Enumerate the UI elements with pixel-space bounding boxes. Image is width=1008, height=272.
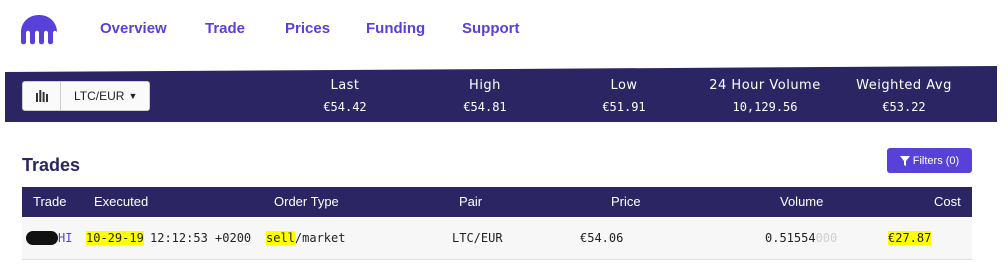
col-executed[interactable]: Executed — [94, 194, 148, 209]
stat-label: Low — [610, 78, 638, 93]
order-type-cell: sell/market — [266, 231, 345, 245]
filter-funnel-icon — [899, 155, 910, 166]
stat-label: 24 Hour Volume — [709, 78, 821, 93]
filters-label: Filters (0) — [912, 154, 960, 167]
volume-trailing: 000 — [815, 231, 838, 245]
volume-main: 0.51554 — [765, 231, 816, 245]
trades-table-header — [22, 187, 972, 217]
volume-cell: 0.51554000 — [765, 231, 837, 245]
col-pair[interactable]: Pair — [459, 194, 482, 209]
col-cost[interactable]: Cost — [934, 194, 961, 209]
executed-time: 12:12:53 +0200 — [150, 231, 252, 245]
kraken-logo-icon[interactable] — [20, 14, 58, 46]
nav-prices[interactable]: Prices — [285, 20, 330, 37]
redaction-mark — [26, 231, 58, 245]
chart-bars-icon[interactable] — [23, 82, 61, 110]
pair-cell: LTC/EUR — [452, 231, 503, 245]
top-nav: Overview Trade Prices Funding Support — [0, 0, 1008, 62]
nav-funding[interactable]: Funding — [366, 20, 425, 37]
col-price[interactable]: Price — [611, 194, 641, 209]
col-order-type[interactable]: Order Type — [274, 194, 339, 209]
stat-label: High — [469, 78, 501, 93]
stat-value: €51.91 — [602, 100, 646, 114]
cost-cell: €27.87 — [888, 231, 932, 245]
order-type-rest: /market — [294, 231, 346, 245]
col-volume[interactable]: Volume — [780, 194, 823, 209]
stat-value: €53.22 — [882, 100, 926, 114]
stat-value: €54.81 — [463, 100, 507, 114]
trade-id-link[interactable]: HI — [58, 231, 72, 245]
stat-value: 10,129.56 — [732, 100, 798, 114]
stat-label: Last — [330, 78, 360, 93]
nav-overview[interactable]: Overview — [100, 20, 167, 37]
executed-date: 10-29-19 — [86, 231, 144, 245]
nav-support[interactable]: Support — [462, 20, 520, 37]
filters-button[interactable]: Filters (0) — [887, 148, 972, 173]
stat-value: €54.42 — [323, 100, 367, 114]
pair-selector[interactable]: LTC/EUR ▼ — [22, 81, 150, 111]
nav-trade[interactable]: Trade — [205, 20, 245, 37]
price-cell: €54.06 — [580, 231, 624, 245]
stat-label: Weighted Avg — [856, 78, 952, 93]
col-trade[interactable]: Trade — [33, 194, 66, 209]
caret-down-icon[interactable]: ▼ — [128, 91, 137, 101]
pair-label[interactable]: LTC/EUR — [61, 89, 124, 103]
order-side: sell — [266, 231, 295, 245]
section-title: Trades — [22, 155, 81, 175]
